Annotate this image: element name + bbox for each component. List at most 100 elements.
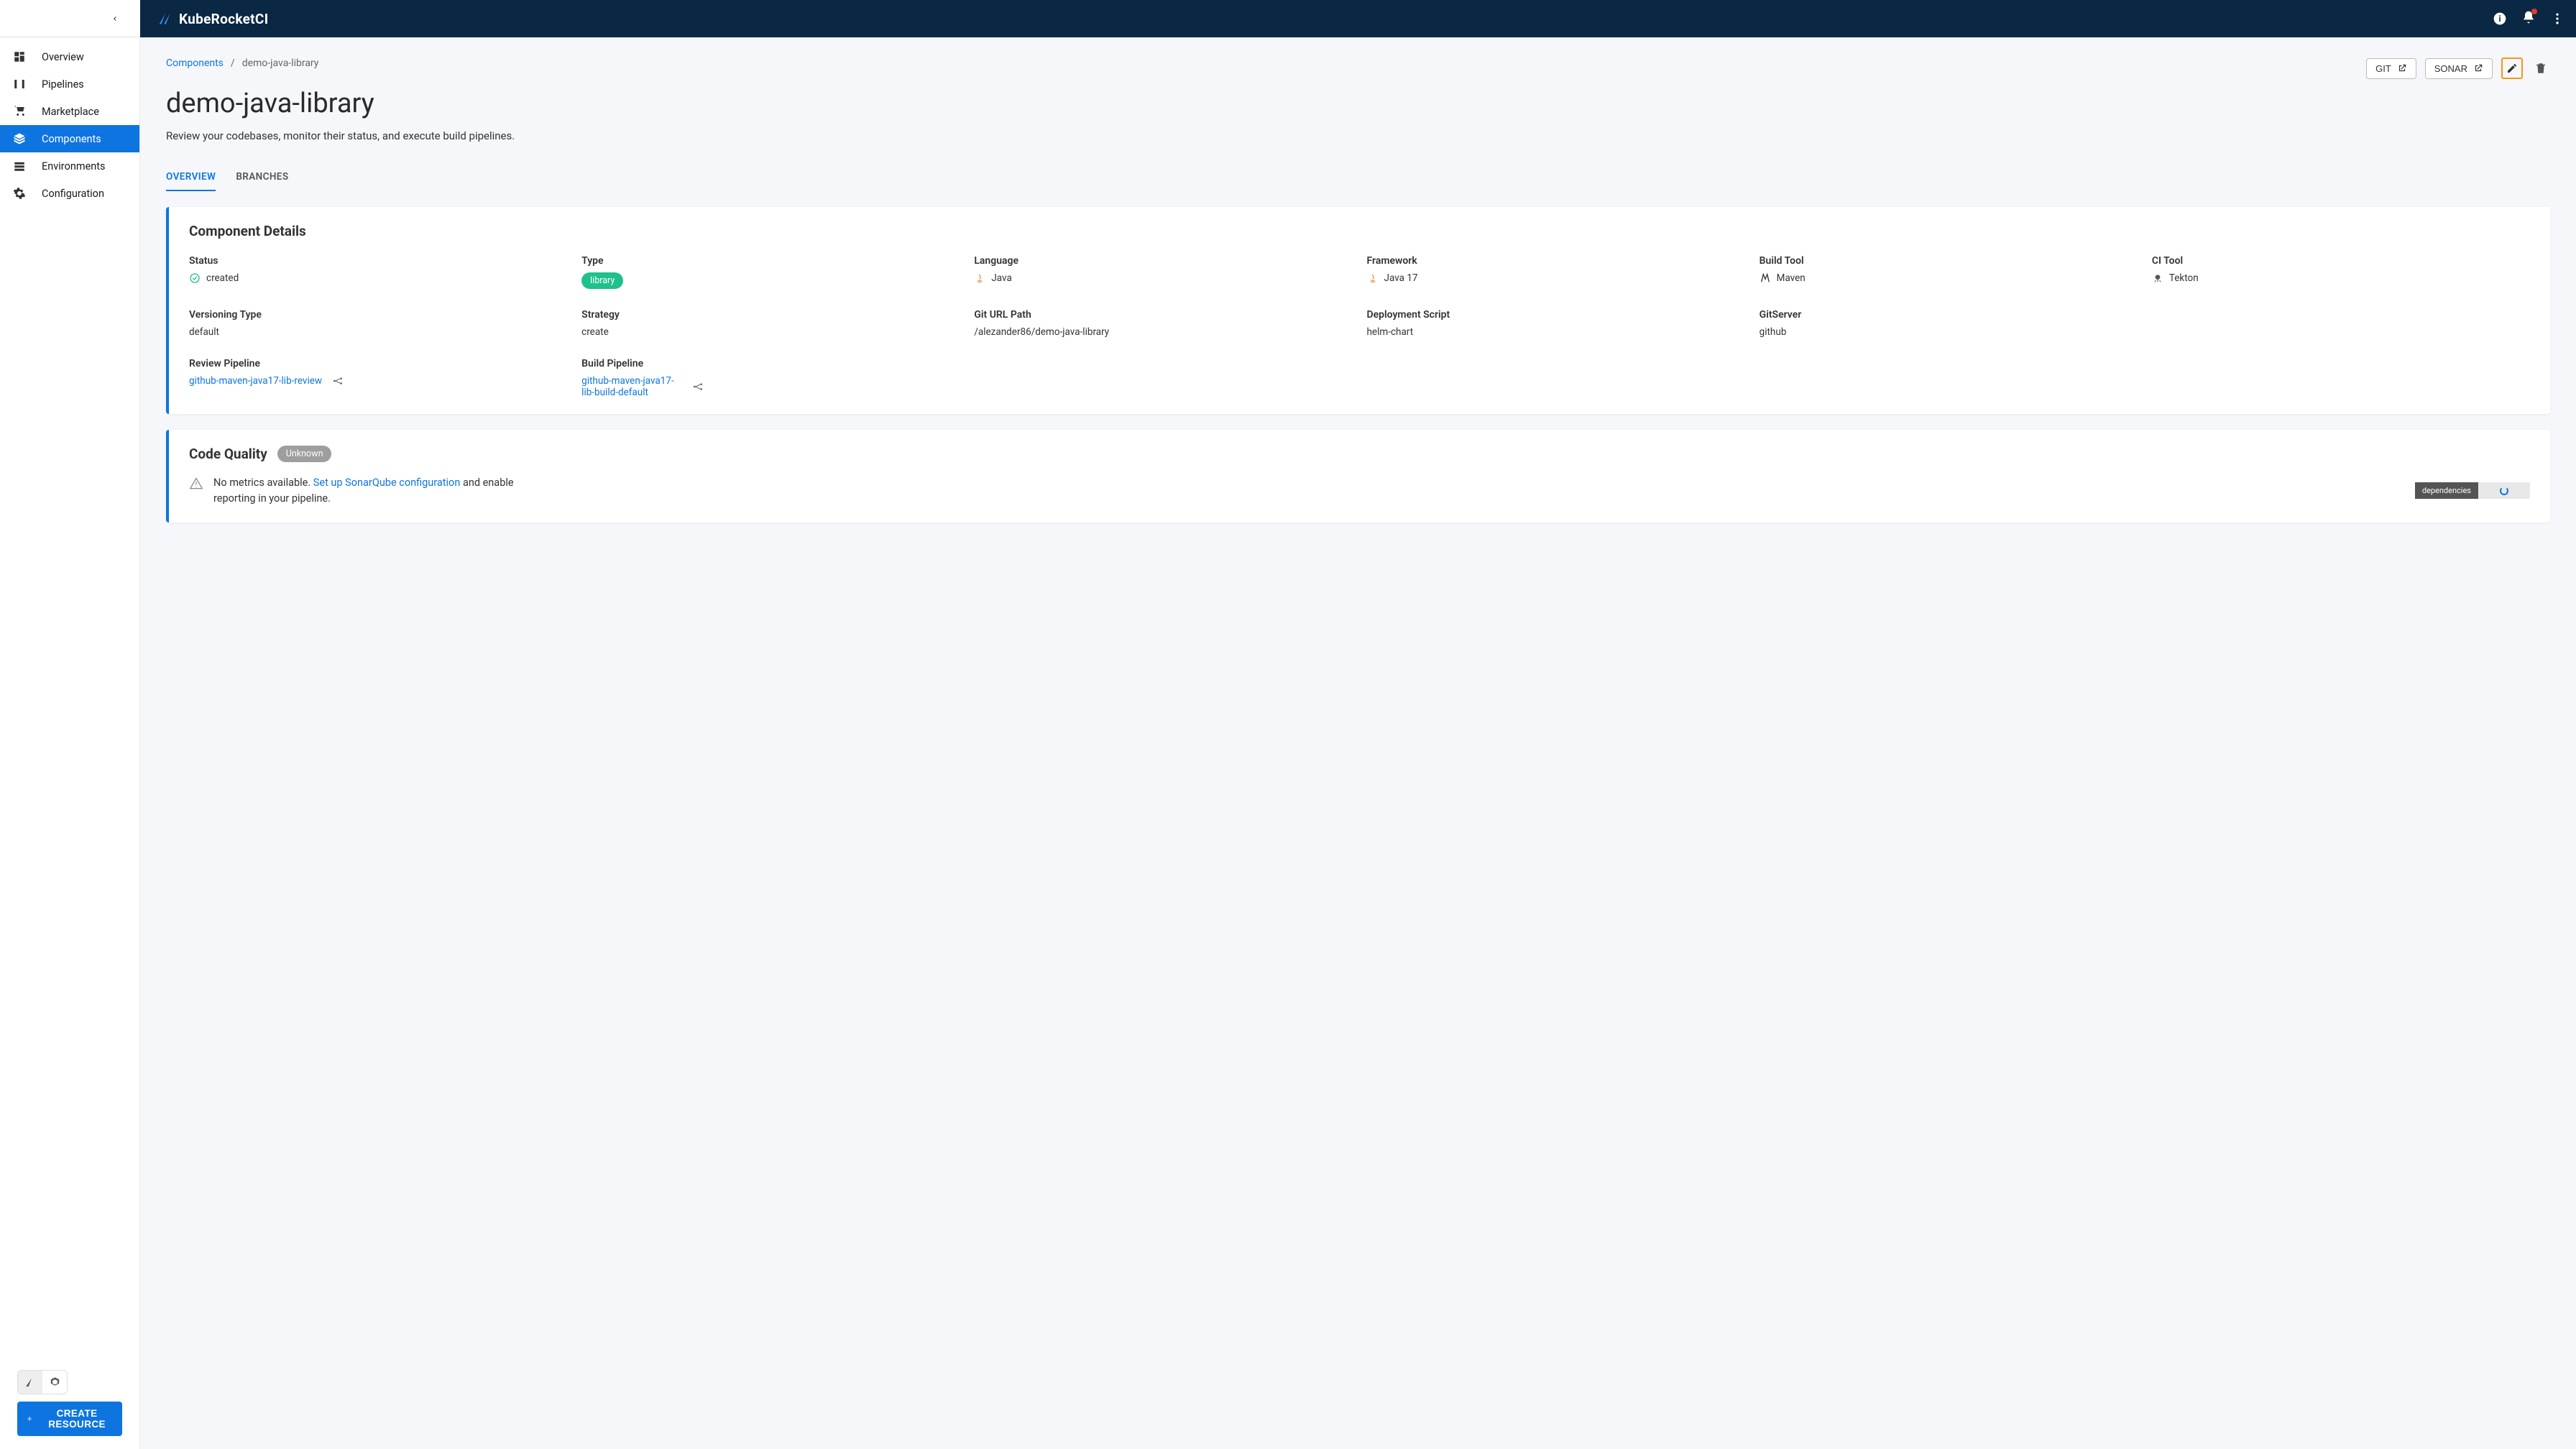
edit-button[interactable] xyxy=(2501,58,2523,79)
sidebar: Overview Pipelines Marketplace Component… xyxy=(0,37,140,1449)
detail-label: Build Tool xyxy=(1760,255,2138,267)
sonar-button-label: SONAR xyxy=(2434,63,2467,74)
component-details-card: Component Details Status created Type li… xyxy=(166,207,2550,414)
external-link-icon xyxy=(2397,63,2407,73)
detail-value: Maven xyxy=(1760,272,2138,284)
cq-message: No metrics available. Set up SonarQube c… xyxy=(189,475,515,507)
detail-status: Status created xyxy=(189,255,567,289)
detail-label: Build Pipeline xyxy=(581,358,960,369)
git-button[interactable]: GIT xyxy=(2366,58,2416,79)
pipeline-icon xyxy=(13,78,26,91)
detail-value: github-maven-java17-lib-build-default xyxy=(581,375,960,398)
sidebar-item-environments[interactable]: Environments xyxy=(0,152,139,180)
page-title: demo-java-library xyxy=(166,88,2550,119)
framework-text: Java 17 xyxy=(1384,272,1418,284)
notifications-button[interactable] xyxy=(2521,10,2536,27)
graph-icon[interactable] xyxy=(692,381,704,392)
kube-icon xyxy=(49,1376,61,1389)
git-button-label: GIT xyxy=(2375,63,2391,74)
cart-icon xyxy=(13,105,26,118)
dep-loading xyxy=(2478,482,2530,499)
card-title: Component Details xyxy=(189,223,2530,239)
header-left: KubeRocketCI xyxy=(0,0,269,37)
detail-label: Deployment Script xyxy=(1367,309,1745,321)
detail-label: Review Pipeline xyxy=(189,358,567,369)
sidebar-nav: Overview Pipelines Marketplace Component… xyxy=(0,37,139,1361)
sidebar-item-label: Environments xyxy=(42,160,106,172)
sidebar-item-overview[interactable]: Overview xyxy=(0,43,139,70)
detail-strategy: Strategy create xyxy=(581,309,960,338)
breadcrumb-root[interactable]: Components xyxy=(166,58,224,69)
detail-value: library xyxy=(581,272,960,289)
sidebar-item-pipelines[interactable]: Pipelines xyxy=(0,70,139,98)
language-text: Java xyxy=(991,272,1011,284)
sonarqube-config-link[interactable]: Set up SonarQube configuration xyxy=(313,477,461,489)
graph-icon[interactable] xyxy=(332,375,344,387)
detail-value: create xyxy=(581,326,960,338)
create-resource-button[interactable]: CREATE RESOURCE xyxy=(17,1402,122,1436)
env-icon xyxy=(13,160,26,172)
sidebar-item-label: Marketplace xyxy=(42,106,99,118)
sidebar-item-label: Configuration xyxy=(42,188,104,200)
cq-title: Code Quality xyxy=(189,446,267,462)
action-bar: GIT SONAR xyxy=(2366,58,2550,79)
detail-type: Type library xyxy=(581,255,960,289)
tab-overview[interactable]: OVERVIEW xyxy=(166,164,216,191)
header-bar: KubeRocketCI i xyxy=(0,0,2576,37)
brand: KubeRocketCI xyxy=(157,11,269,27)
detail-value: github-maven-java17-lib-review xyxy=(189,375,567,387)
detail-value: /alezander86/demo-java-library xyxy=(974,326,1352,338)
spinner-icon xyxy=(2500,487,2508,495)
feather-icon xyxy=(24,1376,37,1389)
status-text: created xyxy=(206,272,239,284)
sidebar-item-marketplace[interactable]: Marketplace xyxy=(0,98,139,125)
detail-label: Type xyxy=(581,255,960,267)
cq-header: Code Quality Unknown xyxy=(189,446,2530,462)
sidebar-item-label: Components xyxy=(42,133,101,145)
detail-value: Java xyxy=(974,272,1352,284)
notification-dot xyxy=(2531,9,2537,14)
detail-label: Versioning Type xyxy=(189,309,567,321)
cq-badge: Unknown xyxy=(277,446,332,462)
sidebar-collapse-button[interactable] xyxy=(0,0,140,37)
page-subtitle: Review your codebases, monitor their sta… xyxy=(166,129,2550,142)
top-line: Components / demo-java-library GIT SONAR xyxy=(166,58,2550,79)
sidebar-item-components[interactable]: Components xyxy=(0,125,139,152)
sonar-button[interactable]: SONAR xyxy=(2425,58,2493,79)
code-quality-card: Code Quality Unknown No metrics availabl… xyxy=(166,430,2550,523)
detail-gitserver: GitServer github xyxy=(1760,309,2138,338)
tabs: OVERVIEW BRANCHES xyxy=(166,164,2550,191)
detail-value: helm-chart xyxy=(1367,326,1745,338)
java-icon xyxy=(974,272,985,284)
detail-label: CI Tool xyxy=(2152,255,2530,267)
details-grid: Status created Type library Language Jav… xyxy=(189,255,2530,398)
footer-icon-brand[interactable] xyxy=(18,1371,42,1394)
cq-text: No metrics available. Set up SonarQube c… xyxy=(213,475,515,507)
review-pipeline-link[interactable]: github-maven-java17-lib-review xyxy=(189,375,322,387)
dependencies-badge: dependencies xyxy=(2415,482,2530,499)
footer-icon-kube[interactable] xyxy=(42,1371,67,1394)
detail-value: created xyxy=(189,272,567,284)
breadcrumb-sep: / xyxy=(231,58,235,69)
main-content: Components / demo-java-library GIT SONAR… xyxy=(140,37,2576,543)
build-pipeline-link[interactable]: github-maven-java17-lib-build-default xyxy=(581,375,682,398)
detail-label: Framework xyxy=(1367,255,1745,267)
sidebar-item-configuration[interactable]: Configuration xyxy=(0,180,139,207)
info-icon[interactable]: i xyxy=(2493,12,2507,26)
java-icon xyxy=(1367,272,1379,284)
detail-value: Java 17 xyxy=(1367,272,1745,284)
more-icon[interactable] xyxy=(2550,12,2564,26)
breadcrumb-current: demo-java-library xyxy=(242,58,319,69)
tab-branches[interactable]: BRANCHES xyxy=(236,164,288,191)
chevron-left-icon xyxy=(111,15,119,22)
detail-build-tool: Build Tool Maven xyxy=(1760,255,2138,289)
detail-review-pipeline: Review Pipeline github-maven-java17-lib-… xyxy=(189,358,567,398)
dep-label: dependencies xyxy=(2415,482,2478,499)
detail-giturl: Git URL Path /alezander86/demo-java-libr… xyxy=(974,309,1352,338)
tekton-icon xyxy=(2152,272,2163,284)
footer-icon-group xyxy=(17,1370,68,1394)
build-tool-text: Maven xyxy=(1777,272,1806,284)
dashboard-icon xyxy=(13,50,26,63)
delete-button[interactable] xyxy=(2531,59,2550,78)
detail-label: Git URL Path xyxy=(974,309,1352,321)
